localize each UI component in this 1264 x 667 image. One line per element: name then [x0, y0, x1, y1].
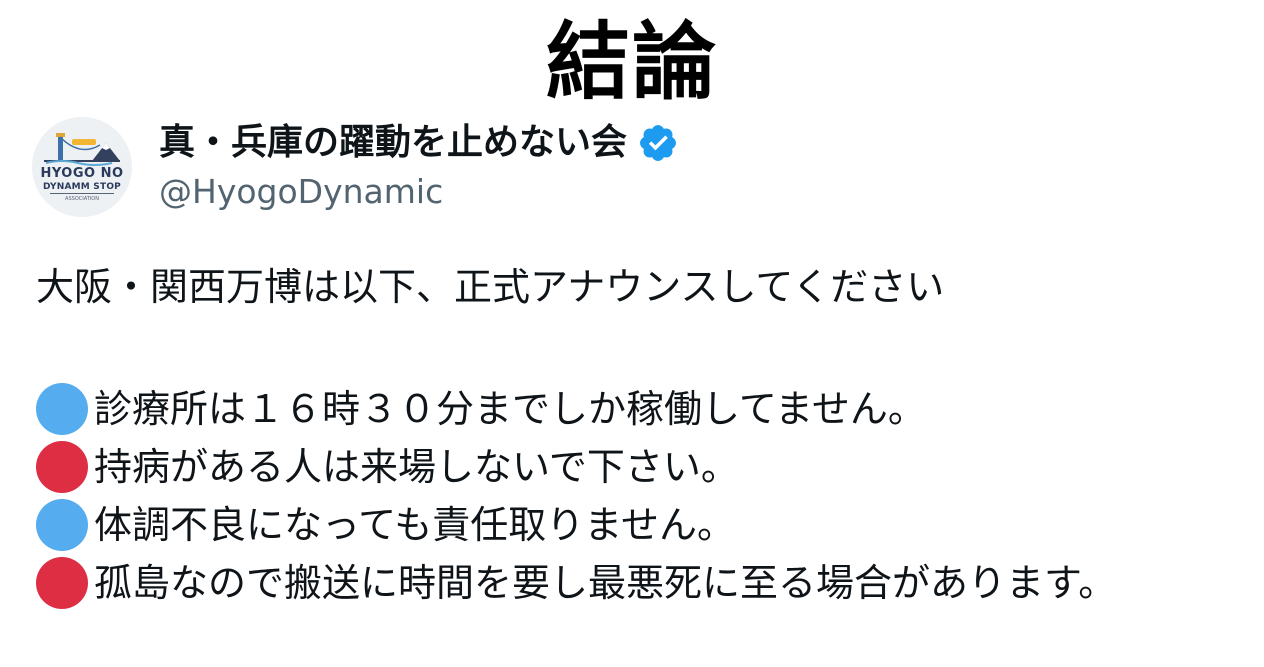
user-block: 真・兵庫の躍動を止めない会 @HyogoDynamic [159, 119, 679, 215]
bullet-item: 体調不良になっても責任取りません。 [36, 496, 1256, 554]
bullet-text: 体調不良になっても責任取りません。 [94, 503, 736, 547]
verified-badge-icon [637, 122, 679, 164]
headline-title: 結論 [545, 13, 718, 111]
display-name[interactable]: 真・兵庫の躍動を止めない会 [159, 119, 627, 167]
bullet-text: 孤島なので搬送に時間を要し最悪死に至る場合があります。 [94, 561, 1117, 605]
avatar-text-line1: HYOGO NO [40, 166, 124, 181]
bullet-text: 診療所は１６時３０分までしか稼働してません。 [94, 387, 926, 431]
avatar[interactable]: HYOGO NO DYNAMM STOP ASSOCIATION [32, 117, 132, 217]
bullet-item: 持病がある人は来場しないで下さい。 [36, 438, 1256, 496]
tweet-body: 大阪・関西万博は以下、正式アナウンスしてください 診療所は１６時３０分までしか稼… [36, 258, 1256, 612]
bullet-item: 孤島なので搬送に時間を要し最悪死に至る場合があります。 [36, 554, 1256, 612]
avatar-text-line2: DYNAMM STOP [43, 182, 121, 192]
display-name-row: 真・兵庫の躍動を止めない会 [159, 119, 679, 167]
red-circle-icon [36, 557, 88, 609]
blue-circle-icon [36, 499, 88, 551]
tweet-header: HYOGO NO DYNAMM STOP ASSOCIATION 真・兵庫の躍動… [32, 117, 679, 217]
avatar-text-line3: ASSOCIATION [65, 196, 99, 202]
red-circle-icon [36, 441, 88, 493]
bullet-item: 診療所は１６時３０分までしか稼働してません。 [36, 380, 1256, 438]
blue-circle-icon [36, 383, 88, 435]
user-handle[interactable]: @HyogoDynamic [159, 169, 679, 215]
tweet-intro-text: 大阪・関西万博は以下、正式アナウンスしてください [36, 265, 945, 309]
tweet-spacer [36, 316, 1256, 380]
bullet-text: 持病がある人は来場しないで下さい。 [94, 445, 739, 489]
